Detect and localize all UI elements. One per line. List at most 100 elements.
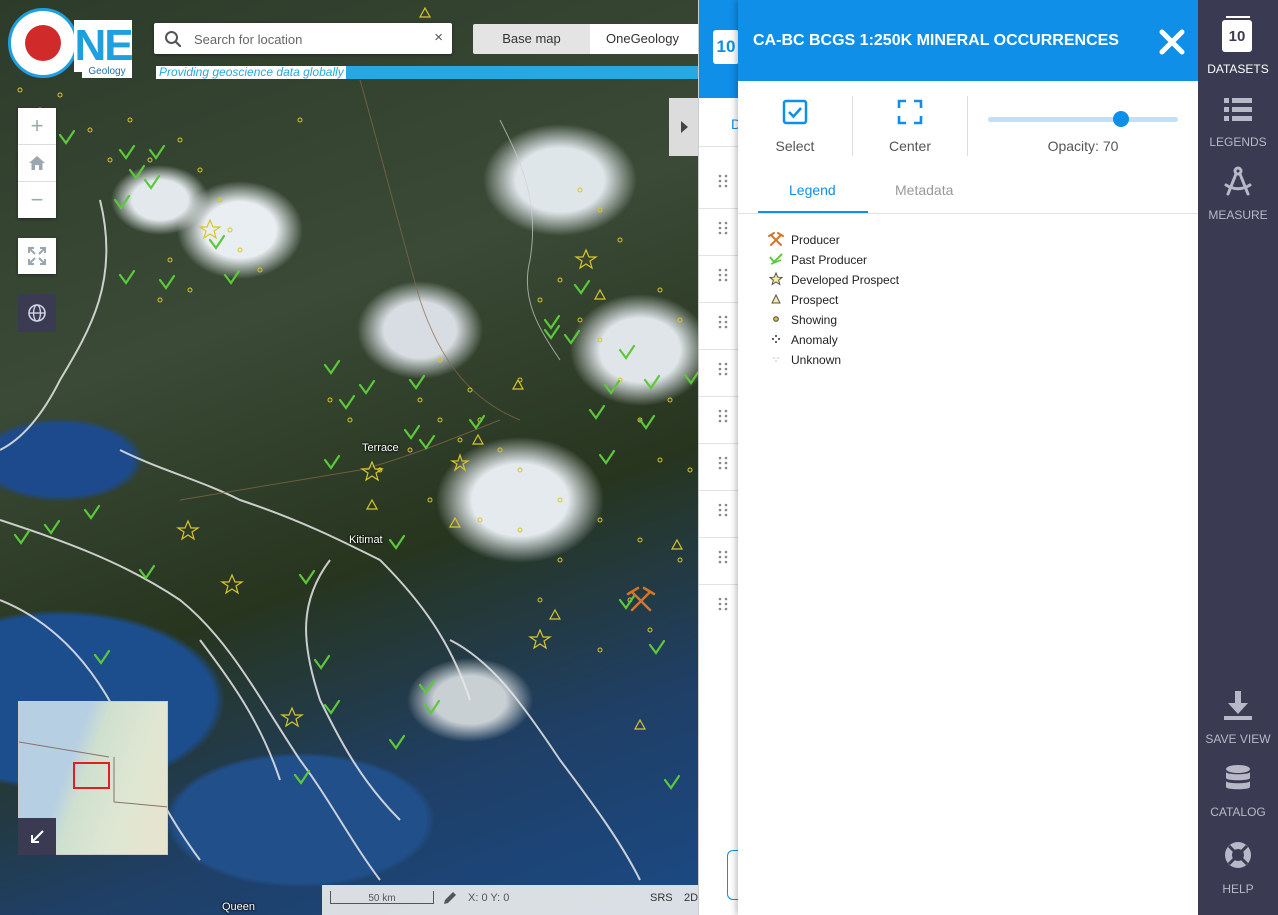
- row-divider: [699, 208, 739, 209]
- location-search: ×: [154, 23, 452, 54]
- layer-detail-panel: CA-BC BCGS 1:250K MINERAL OCCURRENCES Se…: [738, 0, 1198, 915]
- detail-tabs: Legend Metadata: [738, 172, 1198, 214]
- legend-label: Prospect: [791, 293, 839, 307]
- srs-label: SRS: [650, 892, 673, 904]
- fullscreen-button[interactable]: [18, 238, 56, 274]
- datasets-count-badge: 10: [713, 30, 739, 64]
- drag-handle-icon[interactable]: [717, 268, 729, 282]
- measure-label: MEASURE: [1208, 208, 1268, 222]
- opacity-label: Opacity: 70: [1047, 138, 1119, 154]
- panel-collapse-icon: [680, 121, 688, 133]
- logo-subtitle: Geology: [82, 66, 132, 78]
- panel-collapse-button[interactable]: [669, 98, 698, 156]
- legend-label: Showing: [791, 313, 838, 327]
- toolbar-divider: [852, 96, 853, 156]
- opacity-control: Opacity: 70: [986, 98, 1180, 158]
- database-icon: [1226, 765, 1250, 790]
- search-icon: [165, 31, 182, 48]
- drag-handle-icon[interactable]: [717, 362, 729, 376]
- legends-button[interactable]: LEGENDS: [1198, 82, 1278, 155]
- overview-extent-box[interactable]: [73, 762, 110, 789]
- lifebuoy-icon: [1225, 842, 1251, 868]
- star-icon: [768, 271, 784, 286]
- row-divider: [699, 255, 739, 256]
- legend-label: Developed Prospect: [791, 273, 900, 287]
- row-divider: [699, 490, 739, 491]
- past-producer-icon: [769, 253, 783, 265]
- basemap-select[interactable]: OneGeology: [590, 24, 698, 54]
- overview-collapse-icon: [31, 829, 44, 843]
- drag-handle-icon[interactable]: [717, 221, 729, 235]
- onegeology-logo[interactable]: NE Geology: [8, 8, 156, 80]
- catalog-label: CATALOG: [1210, 805, 1266, 819]
- right-toolbar: 10 DATASETS LEGENDS MEASURE SAVE VIEW CA…: [1198, 0, 1278, 915]
- active-tab-indicator: [758, 211, 868, 213]
- row-divider: [699, 146, 739, 147]
- catalog-button[interactable]: CATALOG: [1198, 753, 1278, 826]
- logo-globe-icon: [8, 8, 78, 78]
- tagline-text: Providing geoscience data globally: [159, 65, 344, 79]
- search-input[interactable]: [192, 28, 426, 50]
- legend-label: Producer: [791, 233, 840, 247]
- download-icon: [1224, 691, 1252, 720]
- tab-metadata[interactable]: Metadata: [895, 182, 953, 198]
- drag-handle-icon[interactable]: [717, 315, 729, 329]
- pencil-icon[interactable]: [442, 890, 458, 906]
- opacity-slider-handle[interactable]: [1113, 111, 1129, 127]
- tagline-bar: Providing geoscience data globally: [156, 66, 698, 79]
- close-icon[interactable]: [1156, 26, 1188, 58]
- row-divider: [699, 396, 739, 397]
- view-mode-value[interactable]: 2D: [684, 892, 698, 904]
- drag-handle-icon[interactable]: [717, 503, 729, 517]
- map-viewport[interactable]: Terrace Kitimat Queen NE Geology Providi…: [0, 0, 698, 915]
- compass-icon: [1224, 166, 1252, 196]
- save-view-button[interactable]: SAVE VIEW: [1198, 680, 1278, 753]
- home-button[interactable]: [18, 145, 56, 182]
- datasets-button[interactable]: 10 DATASETS: [1198, 0, 1278, 82]
- legend-label: Past Producer: [791, 253, 868, 267]
- center-button[interactable]: Center: [871, 96, 949, 156]
- select-button[interactable]: Select: [756, 96, 834, 156]
- coordinates-readout: X: 0 Y: 0: [468, 892, 510, 904]
- drag-handle-icon[interactable]: [717, 174, 729, 188]
- basemap-button[interactable]: Base map: [473, 24, 590, 54]
- row-divider: [699, 349, 739, 350]
- row-divider: [699, 584, 739, 585]
- home-icon: [29, 156, 45, 170]
- opacity-slider[interactable]: [988, 117, 1178, 122]
- logo-letters: NE: [74, 20, 134, 72]
- help-label: HELP: [1222, 882, 1254, 896]
- globe-button[interactable]: [18, 294, 56, 332]
- triangle-icon: [771, 293, 781, 304]
- layer-detail-header: CA-BC BCGS 1:250K MINERAL OCCURRENCES: [738, 0, 1198, 81]
- select-label: Select: [775, 138, 815, 154]
- unknown-icon: [773, 357, 779, 362]
- row-divider: [699, 443, 739, 444]
- zoom-out-button[interactable]: −: [18, 182, 56, 218]
- drag-handle-icon[interactable]: [717, 456, 729, 470]
- row-divider: [699, 302, 739, 303]
- legend-label: Unknown: [791, 353, 842, 367]
- legends-label: LEGENDS: [1209, 135, 1267, 149]
- place-label-terrace: Terrace: [362, 442, 399, 454]
- drag-handle-icon[interactable]: [717, 597, 729, 611]
- toolbar-divider: [967, 96, 968, 156]
- tab-legend[interactable]: Legend: [789, 182, 836, 198]
- row-divider: [699, 537, 739, 538]
- place-label-queen: Queen: [222, 901, 256, 913]
- globe-icon: [28, 304, 46, 322]
- drag-handle-icon[interactable]: [717, 409, 729, 423]
- clear-search-icon[interactable]: ×: [434, 29, 443, 46]
- center-icon: [897, 99, 923, 125]
- crossed-hammers-icon: [768, 232, 784, 246]
- overview-toggle-button[interactable]: [18, 818, 56, 855]
- fullscreen-control: [18, 238, 56, 274]
- fullscreen-icon: [28, 247, 46, 265]
- measure-button[interactable]: MEASURE: [1198, 155, 1278, 228]
- layer-title: CA-BC BCGS 1:250K MINERAL OCCURRENCES: [753, 32, 1119, 49]
- zoom-in-button[interactable]: +: [18, 108, 56, 145]
- map-status-bar: 50 km X: 0 Y: 0 SRS 2D: [322, 885, 698, 915]
- checkbox-icon: [782, 99, 808, 125]
- drag-handle-icon[interactable]: [717, 550, 729, 564]
- help-button[interactable]: HELP: [1198, 826, 1278, 906]
